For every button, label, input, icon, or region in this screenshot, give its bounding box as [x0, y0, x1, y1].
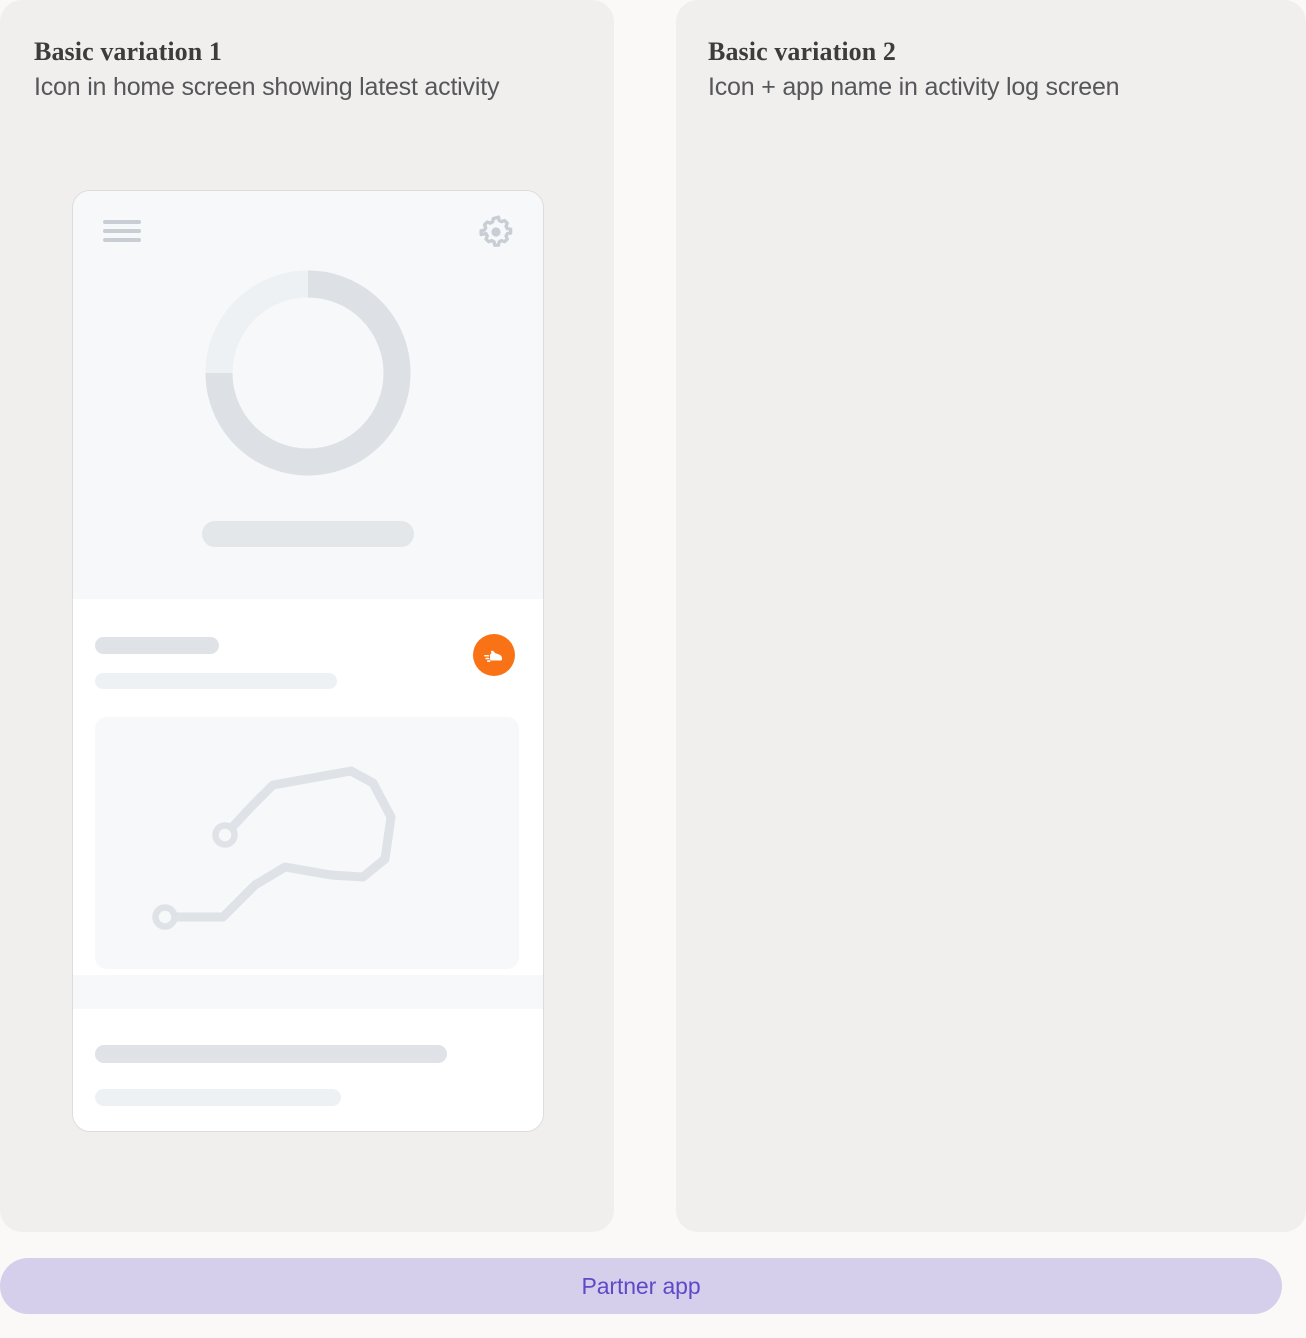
- activity-progress-ring: [73, 267, 543, 479]
- panel-1-title: Basic variation 1: [34, 37, 223, 66]
- hamburger-menu-icon[interactable]: [103, 220, 141, 242]
- partner-app-label: Partner app: [581, 1272, 701, 1299]
- panel-2-title: Basic variation 2: [708, 37, 897, 66]
- phone-mockup-home-screen: [72, 190, 544, 1132]
- route-path-icon: [152, 766, 396, 930]
- panel-basic-variation-2: Basic variation 2 Icon + app name in act…: [676, 0, 1306, 1232]
- latest-activity-card: [73, 599, 543, 975]
- panel-1-heading-block: Basic variation 1 Icon in home screen sh…: [34, 36, 499, 104]
- panel-1-subtitle: Icon in home screen showing latest activ…: [34, 73, 500, 101]
- footer-placeholder-bar-1: [95, 1045, 447, 1063]
- home-footer-section: [73, 1009, 543, 1131]
- panel-2-subtitle: Icon + app name in activity log screen: [708, 73, 1120, 101]
- hero-placeholder-bar: [202, 521, 414, 547]
- hamburger-line: [103, 220, 141, 224]
- running-shoe-icon[interactable]: [473, 634, 515, 676]
- page-root: Basic variation 1 Icon in home screen sh…: [0, 0, 1306, 1338]
- hamburger-line: [103, 238, 141, 242]
- route-map-card[interactable]: [95, 717, 519, 969]
- section-divider: [73, 975, 543, 1009]
- footer-placeholder-bar-2: [95, 1089, 341, 1106]
- panel-2-heading-block: Basic variation 2 Icon + app name in act…: [708, 36, 1120, 104]
- gear-icon[interactable]: [477, 213, 515, 251]
- activity-subtitle-placeholder: [95, 673, 337, 689]
- home-hero-section: [73, 191, 543, 599]
- panel-basic-variation-1: Basic variation 1 Icon in home screen sh…: [0, 0, 614, 1232]
- hamburger-line: [103, 229, 141, 233]
- activity-title-placeholder: [95, 637, 219, 654]
- partner-app-banner: Partner app: [0, 1258, 1282, 1314]
